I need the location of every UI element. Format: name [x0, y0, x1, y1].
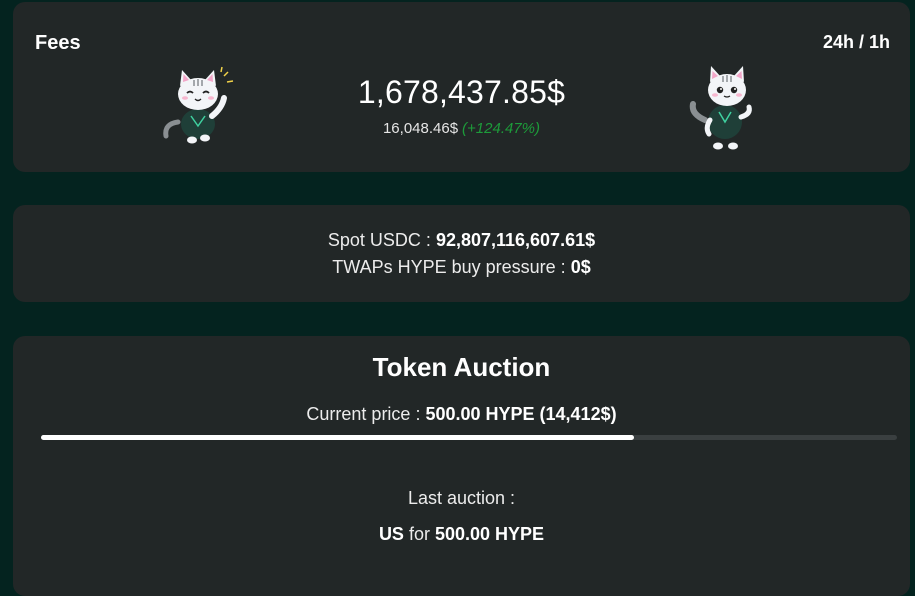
current-price-label: Current price : — [306, 404, 426, 424]
fees-total: 1,678,437.85$ — [357, 74, 566, 110]
twap-line: TWAPs HYPE buy pressure : 0$ — [13, 257, 910, 278]
cat-mascot-standing-icon — [689, 66, 752, 150]
fees-card: Fees 24h / 1h 1,678,437.85$ 16,048.46$ (+… — [13, 2, 910, 172]
last-auction-line: US for 500.00 HYPE — [13, 524, 910, 545]
spot-card: Spot USDC : 92,807,116,607.61$ TWAPs HYP… — [13, 205, 910, 302]
auction-progress-bar — [41, 435, 897, 440]
current-price-line: Current price : 500.00 HYPE (14,412$) — [13, 404, 910, 425]
twap-label: TWAPs HYPE buy pressure : — [332, 257, 571, 277]
auction-title: Token Auction — [372, 352, 551, 382]
auction-card: Token Auction Current price : 500.00 HYP… — [13, 336, 910, 596]
twap-value: 0$ — [570, 257, 591, 277]
fees-hourly-value: 16,048.46$ — [382, 120, 459, 137]
spot-usdc-line: Spot USDC : 92,807,116,607.61$ — [13, 230, 910, 251]
fees-hourly: 16,048.46$ (+124.47%) — [13, 120, 910, 137]
spot-usdc-value: 92,807,116,607.61$ — [435, 230, 596, 250]
last-auction-ticker: US — [378, 524, 404, 544]
last-auction-for: for — [403, 524, 435, 544]
last-auction-label: Last auction : — [407, 488, 516, 508]
fees-change-percent: (+124.47%) — [462, 120, 541, 137]
current-price-value: 500.00 HYPE (14,412$) — [425, 404, 617, 424]
fees-range-toggle[interactable]: 24h / 1h — [823, 32, 890, 53]
auction-progress-fill — [41, 435, 635, 440]
last-auction-price: 500.00 HYPE — [434, 524, 545, 544]
fees-title: Fees — [35, 32, 81, 54]
spot-usdc-label: Spot USDC : — [327, 230, 436, 250]
